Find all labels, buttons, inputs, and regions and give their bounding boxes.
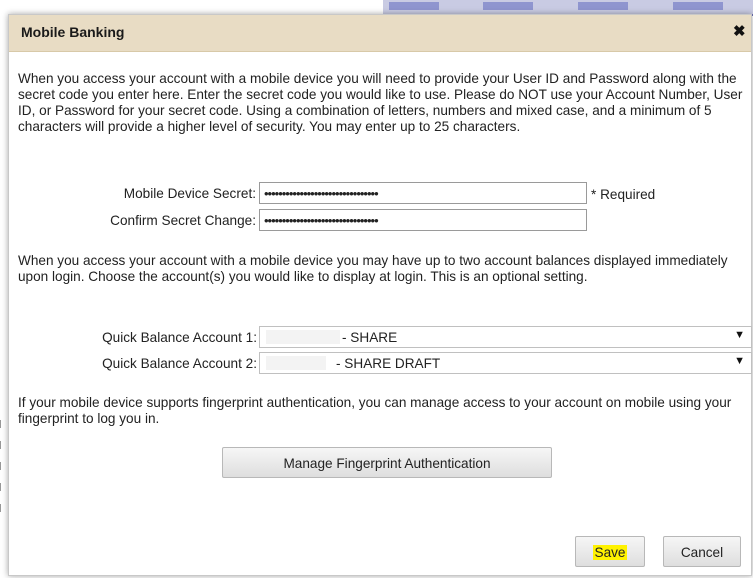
confirm-secret-label: Confirm Secret Change: bbox=[110, 213, 256, 228]
save-button[interactable]: Save bbox=[575, 536, 645, 567]
cancel-button[interactable]: Cancel bbox=[663, 536, 741, 567]
quick-balance-2-select[interactable]: - SHARE DRAFT ▼ bbox=[259, 352, 752, 374]
quick-balance-2-value: - SHARE DRAFT bbox=[336, 356, 441, 371]
close-icon[interactable]: ✖ bbox=[733, 24, 747, 39]
background-nav-item bbox=[389, 2, 439, 10]
quick-balance-1-value: - SHARE bbox=[342, 330, 398, 345]
required-indicator: * Required bbox=[591, 187, 656, 202]
dialog-title: Mobile Banking bbox=[21, 24, 125, 40]
mobile-secret-label: Mobile Device Secret: bbox=[123, 186, 256, 201]
dialog-titlebar[interactable]: Mobile Banking ✖ bbox=[9, 15, 751, 52]
background-nav-item bbox=[578, 2, 628, 10]
redacted-account-number bbox=[266, 330, 340, 344]
manage-fingerprint-button[interactable]: Manage Fingerprint Authentication bbox=[222, 447, 552, 478]
background-nav-item bbox=[483, 2, 533, 10]
confirm-secret-input[interactable] bbox=[259, 209, 587, 231]
quick-balance-1-label: Quick Balance Account 1: bbox=[102, 330, 257, 345]
intro-text: When you access your account with a mobi… bbox=[18, 71, 743, 134]
dropdown-arrow-icon: ▼ bbox=[734, 329, 745, 341]
balance-info-text: When you access your account with a mobi… bbox=[18, 253, 728, 284]
dropdown-arrow-icon: ▼ bbox=[734, 355, 745, 367]
mobile-banking-dialog: Mobile Banking ✖ When you access your ac… bbox=[8, 14, 752, 576]
save-button-label: Save bbox=[592, 545, 628, 560]
mobile-secret-input[interactable] bbox=[259, 182, 587, 204]
quick-balance-1-select[interactable]: - SHARE ▼ bbox=[259, 326, 752, 348]
redacted-account-number bbox=[266, 356, 326, 370]
fingerprint-info-text: If your mobile device supports fingerpri… bbox=[18, 395, 732, 426]
background-list-edge bbox=[0, 420, 6, 530]
background-nav-item bbox=[673, 2, 723, 10]
quick-balance-2-label: Quick Balance Account 2: bbox=[102, 356, 257, 371]
